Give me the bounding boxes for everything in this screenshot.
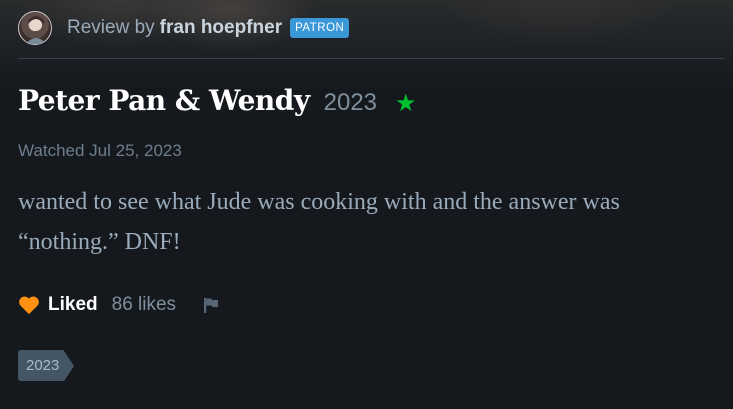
heart-icon[interactable] (18, 295, 40, 315)
flag-icon[interactable] (202, 296, 220, 314)
tag-label: 2023 (18, 350, 65, 381)
film-year-link[interactable]: 2023 (324, 89, 377, 117)
avatar-icon (25, 16, 47, 44)
tag-arrow (64, 350, 75, 381)
avatar[interactable] (18, 11, 52, 45)
patron-badge[interactable]: PATRON (290, 18, 350, 38)
liked-button[interactable]: Liked (48, 294, 98, 316)
review-by-label: Review by (67, 17, 155, 38)
review-actions: Liked 86 likes (18, 291, 220, 319)
film-title-link[interactable]: Peter Pan & Wendy (18, 84, 310, 117)
tag-2023[interactable]: 2023 (18, 350, 75, 381)
film-title-row: Peter Pan & Wendy 2023 ★ (18, 84, 417, 124)
review-body: wanted to see what Jude was cooking with… (18, 189, 620, 255)
likes-count-link[interactable]: 86 likes (112, 294, 176, 316)
review-header: Review by fran hoepfner PATRON (18, 10, 724, 46)
watched-date[interactable]: Watched Jul 25, 2023 (18, 141, 182, 161)
rating-star-icon: ★ (395, 90, 417, 117)
reviewer-name-link[interactable]: fran hoepfner (160, 17, 282, 39)
header-divider (18, 58, 724, 59)
